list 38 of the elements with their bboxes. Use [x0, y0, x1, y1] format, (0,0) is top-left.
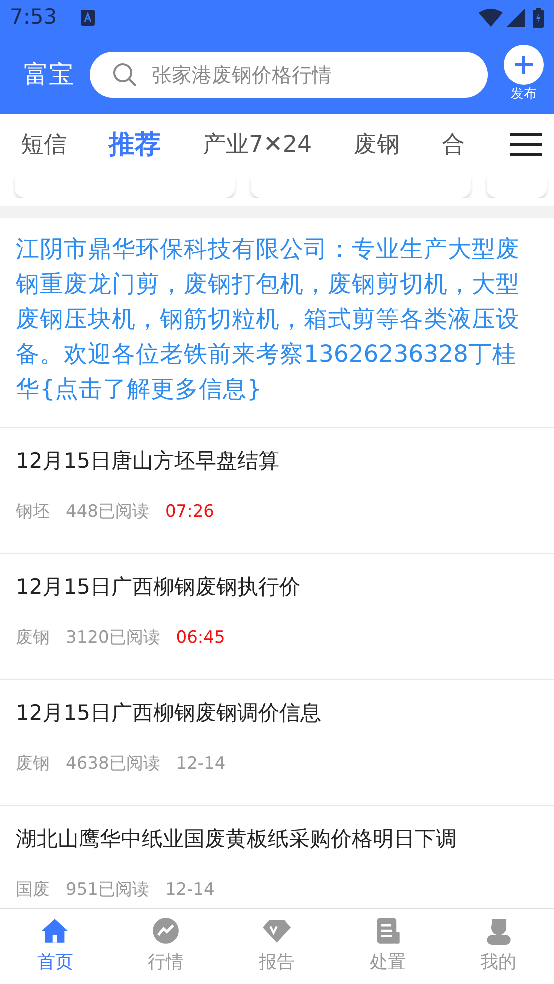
article-tag: 废钢: [16, 752, 50, 777]
plus-icon: [514, 55, 534, 76]
keyboard-icon: [81, 10, 96, 26]
category-tab[interactable]: 产业7✕24: [182, 128, 334, 162]
article-time: 12-14: [165, 878, 215, 902]
diamond-icon: [262, 917, 291, 945]
publish-button[interactable]: [504, 45, 544, 86]
article-time: 12-14: [176, 752, 226, 776]
menu-icon: [510, 133, 542, 157]
wifi-icon: [479, 9, 503, 27]
read-count: 4638已阅读: [66, 752, 160, 776]
category-tab[interactable]: 废钢: [333, 128, 422, 162]
signal-icon: [507, 9, 525, 27]
article-time: 07:26: [165, 500, 214, 524]
battery-icon: [533, 8, 544, 28]
article-time: 06:45: [176, 626, 226, 650]
status-time: 7:53: [10, 4, 58, 32]
read-count: 951已阅读: [66, 878, 150, 902]
search-field[interactable]: 张家港废钢价格行情: [90, 52, 488, 98]
article-tag: 国废: [16, 878, 50, 903]
article-title[interactable]: 12月15日唐山方坯早盘结算: [16, 446, 538, 478]
home-icon: [41, 917, 70, 945]
article-tag: 钢坯: [16, 500, 50, 525]
article-title[interactable]: 12月15日广西柳钢废钢执行价: [16, 572, 538, 604]
category-tab[interactable]: 短信: [0, 128, 88, 162]
article-title[interactable]: 湖北山鹰华中纸业国废黄板纸采购价格明日下调: [16, 824, 538, 856]
category-tab[interactable]: 合: [421, 128, 486, 162]
publish-label: 发布: [511, 86, 537, 104]
article-title[interactable]: 12月15日广西柳钢废钢调价信息: [16, 698, 538, 730]
search-icon: [112, 62, 138, 88]
category-tab[interactable]: 推荐: [88, 126, 182, 164]
nav-tab[interactable]: 首页: [15, 916, 96, 977]
read-count: 448已阅读: [66, 500, 150, 524]
article-tag: 废钢: [16, 626, 50, 651]
read-count: 3120已阅读: [66, 626, 160, 650]
app-logo: 富宝: [24, 59, 74, 92]
trend-icon: [152, 917, 180, 945]
user-icon: [484, 917, 513, 945]
